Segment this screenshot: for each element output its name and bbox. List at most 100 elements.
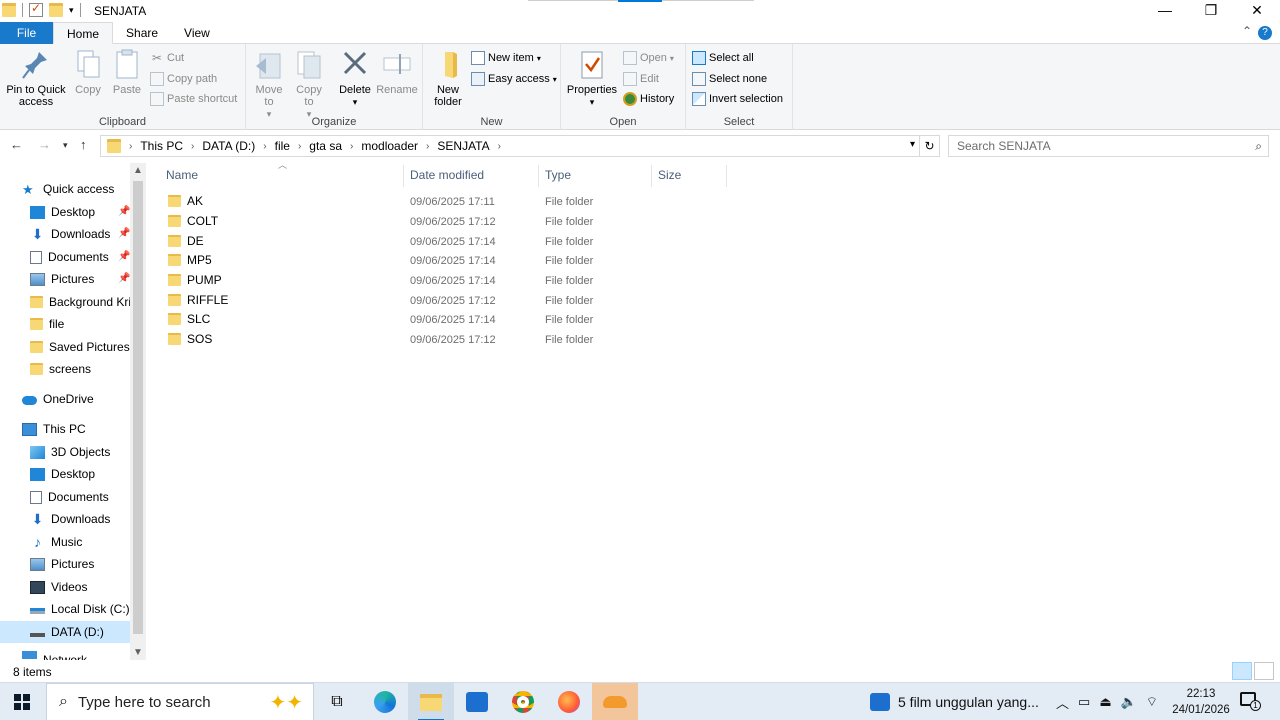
column-header-size[interactable]: Size [652, 165, 727, 187]
nav-desktop-pc[interactable]: Desktop [30, 463, 130, 485]
column-header-date[interactable]: Date modified [404, 165, 539, 187]
rename-button[interactable]: Rename [376, 48, 418, 96]
maximize-button[interactable]: ❐ [1188, 0, 1234, 22]
details-view-icon[interactable] [1232, 662, 1252, 680]
scrollbar-thumb[interactable] [133, 181, 143, 634]
nav-pictures-quick[interactable]: Pictures [30, 268, 130, 290]
usb-icon[interactable]: ⏏ [1099, 694, 1111, 710]
nav-file[interactable]: file [30, 313, 130, 335]
news-widget[interactable]: 5 film unggulan yang... [870, 683, 1039, 720]
nav-documents-quick[interactable]: Documents [30, 246, 130, 268]
history-button[interactable]: History [623, 90, 674, 108]
nav-local-disk-c[interactable]: Local Disk (C:) [30, 598, 130, 620]
breadcrumb-senjata[interactable]: SENJATA [433, 139, 493, 153]
notification-icon[interactable]: 1 [1240, 692, 1261, 712]
clock[interactable]: 22:13 24/01/2026 [1168, 686, 1234, 718]
easy-access-button[interactable]: Easy access ▾ [471, 70, 557, 88]
file-row[interactable]: RIFFLE 09/06/2025 17:12 File folder [162, 291, 722, 311]
properties-button[interactable]: Properties ▾ [565, 48, 619, 108]
up-arrow-icon[interactable]: ↑ [80, 137, 87, 152]
tab-share[interactable]: Share [113, 22, 171, 44]
file-row[interactable]: MP5 09/06/2025 17:14 File folder [162, 251, 722, 271]
nav-pane-scrollbar[interactable]: ▲ ▼ [130, 163, 146, 660]
nav-downloads-pc[interactable]: ⬇ Downloads [30, 508, 130, 530]
file-row[interactable]: DE 09/06/2025 17:14 File folder [162, 232, 722, 252]
nav-downloads-quick[interactable]: ⬇ Downloads [30, 223, 130, 245]
move-to-button[interactable]: Move to ▾ [252, 48, 286, 120]
edit-button[interactable]: Edit [623, 70, 659, 88]
tab-view[interactable]: View [171, 22, 223, 44]
paste-shortcut-button[interactable]: Paste shortcut [150, 90, 237, 108]
breadcrumb-modloader[interactable]: modloader [357, 139, 422, 153]
chrome-button[interactable] [500, 683, 546, 720]
breadcrumb-this-pc[interactable]: This PC [136, 139, 187, 153]
nav-videos[interactable]: Videos [30, 576, 130, 598]
file-row[interactable]: COLT 09/06/2025 17:12 File folder [162, 212, 722, 232]
wifi-icon[interactable]: ⌔ [1146, 694, 1158, 710]
tab-file[interactable]: File [0, 22, 53, 44]
firefox-button[interactable] [546, 683, 592, 720]
new-item-button[interactable]: New item ▾ [471, 49, 541, 67]
nav-desktop-quick[interactable]: Desktop [30, 201, 130, 223]
invert-selection-button[interactable]: Invert selection [692, 90, 783, 108]
select-all-button[interactable]: Select all [692, 49, 754, 67]
copy-to-button[interactable]: Copy to ▾ [292, 48, 326, 120]
tab-home[interactable]: Home [53, 22, 114, 44]
select-none-button[interactable]: Select none [692, 70, 767, 88]
file-row[interactable]: SOS 09/06/2025 17:12 File folder [162, 330, 722, 350]
taskbar-search-box[interactable]: ⌕ Type here to search ✦✦ [46, 683, 314, 720]
nav-data-d[interactable]: DATA (D:) [0, 621, 130, 643]
folder-icon[interactable] [2, 3, 16, 17]
edge-button[interactable] [362, 683, 408, 720]
nav-documents-pc[interactable]: Documents [30, 486, 130, 508]
properties-icon[interactable] [29, 1, 43, 17]
breadcrumb-file[interactable]: file [271, 139, 294, 153]
copy-button[interactable]: Copy [70, 48, 106, 96]
battery-icon[interactable]: ▭ [1078, 694, 1090, 710]
minimize-button[interactable]: — [1142, 0, 1188, 22]
nav-network[interactable]: Network [22, 651, 130, 660]
breadcrumb-data-d[interactable]: DATA (D:) [198, 139, 259, 153]
search-input[interactable]: Search SENJATA ⌕ [948, 135, 1269, 157]
file-row[interactable]: PUMP 09/06/2025 17:14 File folder [162, 271, 722, 291]
help-icon[interactable]: ? [1258, 26, 1272, 40]
nav-this-pc[interactable]: This PC [22, 418, 130, 440]
file-row[interactable]: SLC 09/06/2025 17:14 File folder [162, 310, 722, 330]
refresh-icon[interactable]: ↻ [919, 136, 939, 156]
nav-saved-pictures[interactable]: Saved Pictures [30, 336, 130, 358]
volume-icon[interactable]: 🔈 [1121, 694, 1137, 710]
nav-3d-objects[interactable]: 3D Objects [30, 441, 130, 463]
address-dropdown-icon[interactable]: ▾ [910, 139, 915, 150]
forward-arrow-icon[interactable]: → [38, 137, 51, 152]
open-button[interactable]: Open ▾ [623, 49, 674, 67]
close-button[interactable]: ✕ [1234, 0, 1280, 22]
nav-background-kris[interactable]: Background Kris [30, 291, 130, 313]
column-header-type[interactable]: Type [539, 165, 652, 187]
breadcrumb-gta-sa[interactable]: gta sa [305, 139, 346, 153]
tray-overflow-icon[interactable]: ︿ [1056, 693, 1069, 712]
nav-music[interactable]: ♪ Music [30, 531, 130, 553]
collapse-ribbon-icon[interactable]: ⌃ [1242, 24, 1252, 38]
copy-path-button[interactable]: Copy path [150, 70, 217, 88]
recent-locations-icon[interactable]: ▾ [63, 140, 68, 151]
cloud-app-button[interactable] [592, 683, 638, 720]
address-bar[interactable]: › This PC › DATA (D:) › file › gta sa › … [100, 135, 940, 157]
file-row[interactable]: AK 09/06/2025 17:11 File folder [162, 192, 722, 212]
customize-qat-icon[interactable]: ▾ [69, 5, 74, 16]
pin-to-quick-access-button[interactable]: Pin to Quick access [4, 48, 68, 108]
new-folder-icon[interactable] [49, 3, 63, 17]
cut-button[interactable]: ✂ Cut [150, 49, 184, 67]
file-explorer-button[interactable] [408, 683, 454, 720]
paste-button[interactable]: Paste [108, 48, 146, 96]
scroll-down-icon[interactable]: ▼ [133, 647, 143, 658]
nav-screens[interactable]: screens [30, 358, 130, 380]
column-header-name[interactable]: Name [160, 165, 404, 187]
nav-pictures-pc[interactable]: Pictures [30, 553, 130, 575]
delete-button[interactable]: Delete ▾ [336, 48, 374, 108]
new-folder-button[interactable]: New folder [429, 48, 467, 108]
back-arrow-icon[interactable]: ← [10, 137, 23, 152]
scroll-up-icon[interactable]: ▲ [133, 165, 143, 176]
outlook-button[interactable] [454, 683, 500, 720]
nav-onedrive[interactable]: OneDrive [22, 388, 130, 410]
start-button[interactable] [0, 683, 44, 720]
